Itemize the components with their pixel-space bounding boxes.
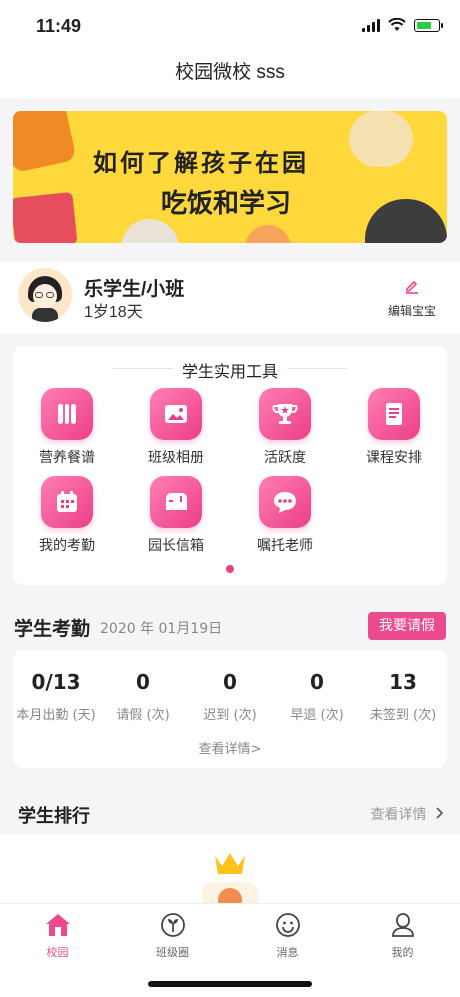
tab-messages[interactable]: 消息: [230, 912, 345, 960]
tool-my-attendance[interactable]: 我的考勤: [17, 476, 117, 555]
calendar-icon: [57, 491, 77, 512]
book-icon: [386, 403, 402, 425]
soup-illustration: [245, 225, 291, 243]
tool-class-album[interactable]: 班级相册: [126, 388, 226, 467]
edit-baby-label: 编辑宝宝: [387, 304, 436, 318]
status-time: 11:49: [36, 16, 82, 36]
smiley-message-icon: [275, 913, 300, 937]
banner-subheadline: 吃饭和学习: [161, 189, 292, 219]
chat-bubble-icon: [274, 492, 296, 513]
books-illustration: [13, 191, 78, 243]
noodles-illustration: [349, 111, 413, 167]
crown-icon: [215, 853, 245, 874]
attendance-title: 学生考勤: [14, 618, 91, 640]
promo-banner[interactable]: 如何了解孩子在园 吃饭和学习: [13, 111, 447, 243]
stat-leave: 0 请假 (次): [116, 670, 170, 723]
food-plate-illustration: [365, 199, 447, 243]
page-indicator-dot[interactable]: [226, 565, 234, 573]
stat-monthly-attendance: 0/13 本月出勤 (天): [16, 670, 96, 723]
avatar[interactable]: [18, 268, 72, 322]
request-leave-button[interactable]: 我要请假: [368, 612, 446, 640]
navigation-bar: 校园微校 sss: [0, 50, 460, 98]
pencil-icon: [406, 280, 418, 294]
ranking-header: 学生排行 查看详情: [0, 792, 460, 832]
tool-activity[interactable]: 活跃度: [235, 388, 335, 467]
stat-not-signed-in: 13 未签到 (次): [369, 670, 437, 723]
edit-baby-button[interactable]: 编辑宝宝: [384, 278, 440, 319]
battery-icon: [414, 18, 443, 32]
student-profile: 乐学生/小班 1岁18天 编辑宝宝: [0, 262, 460, 334]
tool-principal-mailbox[interactable]: 园长信箱: [126, 476, 226, 555]
student-tools-card: 学生实用工具 营养餐谱 班级相册 活跃度 课程安排 我的考勤 园长信箱 嘱托老师: [13, 346, 447, 585]
wifi-icon: [388, 18, 406, 31]
sprout-icon: [160, 913, 185, 937]
attendance-header: 学生考勤 2020 年 01月19日 我要请假: [0, 606, 460, 646]
stat-late: 0 迟到 (次): [203, 670, 257, 723]
utensils-icon: [58, 404, 76, 424]
backpack-illustration: [13, 111, 77, 173]
stat-early-leave: 0 早退 (次): [290, 670, 344, 723]
page-title: 校园微校 sss: [175, 62, 285, 83]
cellular-signal-icon: [362, 18, 380, 32]
tools-header: 学生实用工具: [13, 358, 447, 382]
mailbox-icon: [166, 493, 187, 510]
trophy-icon: [272, 404, 298, 424]
tool-course-schedule[interactable]: 课程安排: [344, 388, 444, 467]
status-icons: [362, 18, 443, 32]
attendance-date: 2020 年 01月19日: [100, 621, 223, 637]
user-profile-icon: [391, 913, 414, 937]
banner-headline: 如何了解孩子在园: [93, 148, 309, 177]
ranking-title: 学生排行: [18, 806, 90, 827]
attendance-card: 0/13 本月出勤 (天) 0 请假 (次) 0 迟到 (次) 0 早退 (次)…: [13, 650, 447, 768]
home-indicator[interactable]: [148, 981, 312, 987]
tool-message-teacher[interactable]: 嘱托老师: [235, 476, 335, 555]
tab-campus[interactable]: 校园: [0, 912, 115, 960]
ranking-details-label: 查看详情: [370, 807, 427, 823]
tool-nutrition-menu[interactable]: 营养餐谱: [17, 388, 117, 467]
status-bar: 11:49: [0, 0, 460, 50]
photo-album-icon: [165, 405, 187, 423]
school-home-icon: [45, 914, 70, 936]
student-name: 乐学生/小班: [84, 279, 185, 300]
ranking-details-link[interactable]: 查看详情: [371, 804, 444, 824]
bowl-illustration: [121, 219, 179, 243]
bottom-tab-bar: 校园 班级圈 消息 我的: [0, 903, 460, 997]
tab-mine[interactable]: 我的: [345, 912, 460, 960]
ranking-area: [0, 834, 460, 904]
tab-class-circle[interactable]: 班级圈: [115, 912, 230, 960]
student-age: 1岁18天: [84, 304, 143, 321]
attendance-details-link[interactable]: 查看详情>: [13, 738, 447, 757]
top-student-avatar[interactable]: [202, 882, 258, 904]
chevron-right-icon: [436, 807, 444, 819]
